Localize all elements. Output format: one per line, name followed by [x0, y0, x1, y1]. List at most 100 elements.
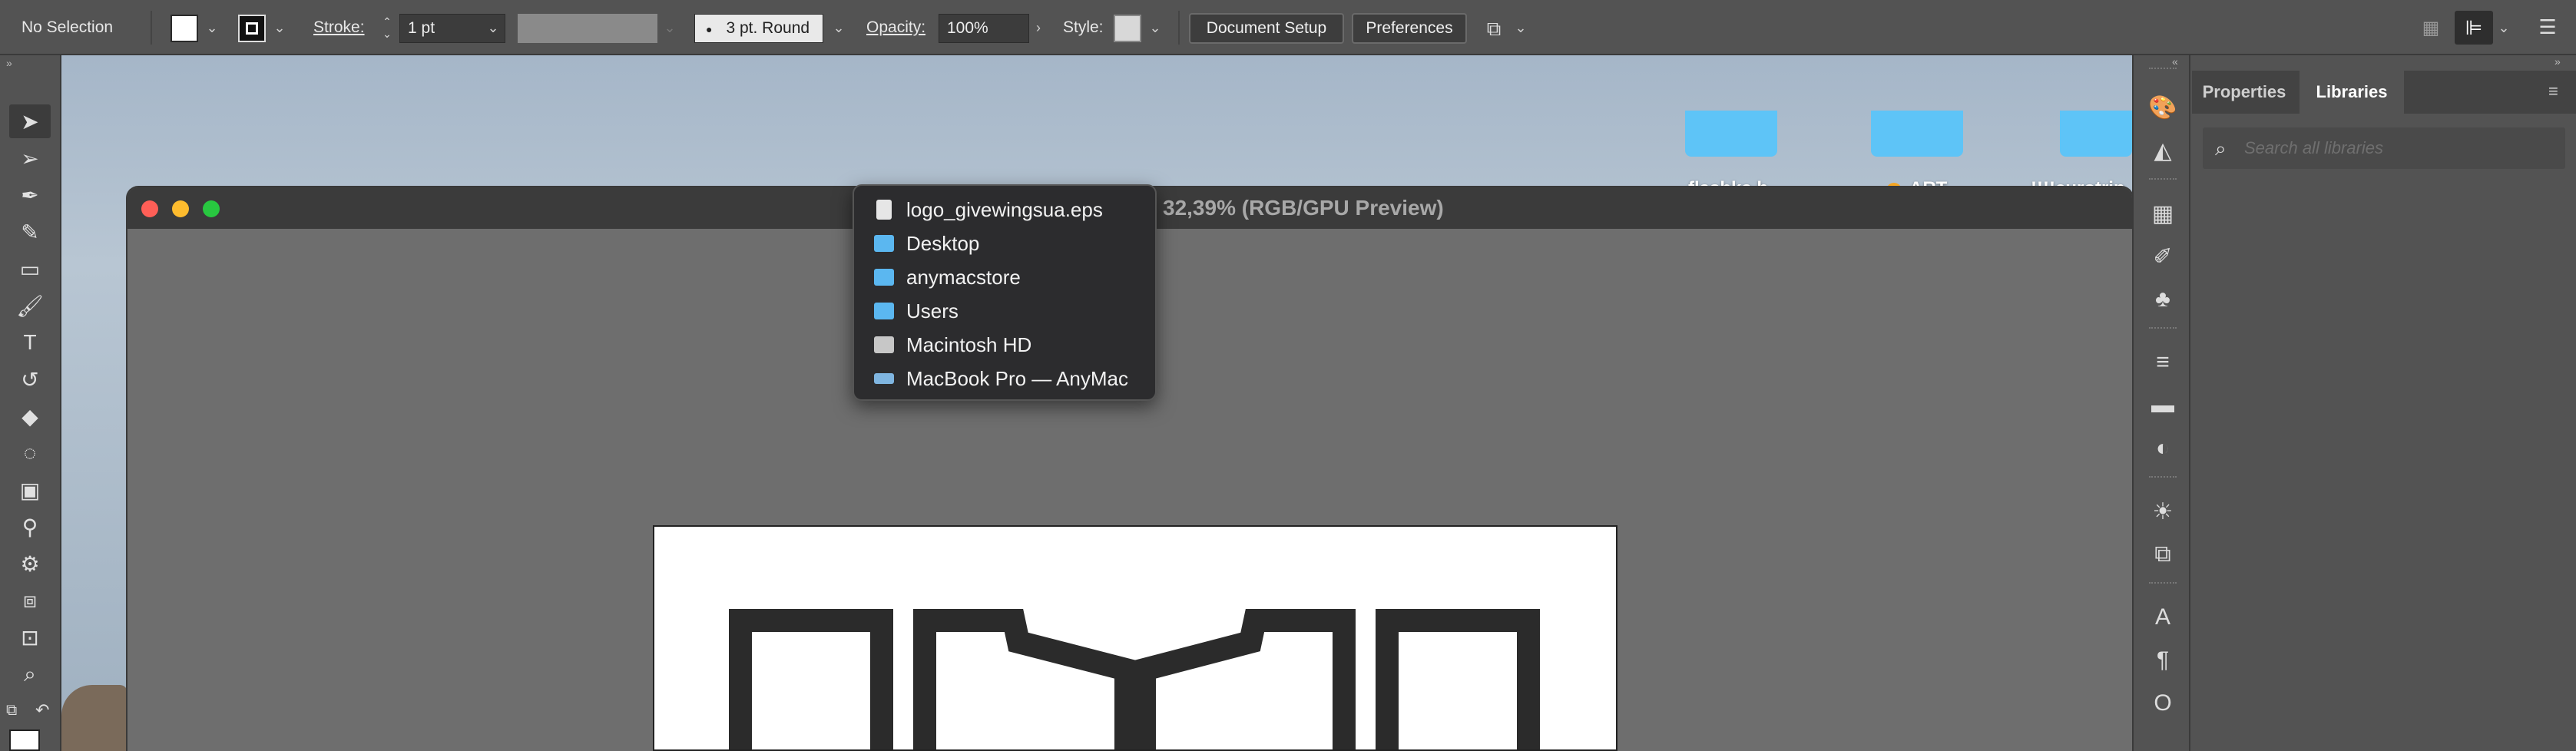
collapse-icon[interactable]: » [6, 57, 12, 69]
chevron-down-icon[interactable]: ⌄ [484, 18, 502, 37]
curvature-tool-icon[interactable]: ✎ [9, 215, 51, 249]
popup-item[interactable]: Users [874, 296, 959, 326]
default-colors-icon[interactable]: ⧉ [6, 702, 26, 722]
swatches-icon[interactable]: ▦ [2147, 198, 2178, 229]
symbols-icon[interactable]: ♣ [2147, 284, 2178, 315]
popup-item[interactable]: logo_givewingsua.eps [874, 194, 1103, 225]
zoom-button[interactable] [203, 200, 220, 217]
collapse-icon[interactable]: » [2554, 55, 2561, 68]
tab-properties[interactable]: Properties [2192, 71, 2296, 114]
direct-selection-tool-icon[interactable]: ➢ [9, 141, 51, 175]
paintbrush-tool-icon[interactable]: 🖌 [9, 289, 51, 323]
blend-tool-icon[interactable]: ⚙ [9, 547, 51, 581]
brush-dot-icon: ● [706, 23, 713, 35]
graphic-styles-icon[interactable]: ⧉ [2147, 539, 2178, 570]
search-icon: ⌕ [2215, 137, 2227, 160]
panel-grip[interactable] [2149, 327, 2177, 330]
style-label: Style: [1063, 18, 1104, 36]
selection-status: No Selection [22, 18, 114, 36]
separator [1178, 11, 1180, 45]
library-search: ⌕ [2203, 127, 2565, 169]
pen-tool-icon[interactable]: ✒ [9, 178, 51, 212]
shape-builder-tool-icon[interactable]: ⧈ [9, 584, 51, 617]
stroke-square-icon [246, 22, 258, 35]
panel-grip[interactable] [2149, 68, 2177, 71]
panel-icon-strip: « 🎨 ◭ ▦ ✐ ♣ ≡ ▬ ◐ ☀ ⧉ A ¶ O [2132, 55, 2190, 751]
chevron-down-icon[interactable]: ⌄ [829, 18, 848, 37]
panel-tab-bar: Properties Libraries ≡ [2192, 71, 2576, 114]
chevron-down-icon[interactable]: ⌄ [270, 18, 289, 37]
chevron-down-icon[interactable]: ⌄ [203, 18, 221, 37]
character-icon[interactable]: A [2147, 602, 2178, 633]
preferences-button[interactable]: Preferences [1352, 13, 1467, 44]
desktop-rock [61, 685, 127, 751]
popup-item[interactable]: MacBook Pro — AnyMac [874, 363, 1128, 394]
appearance-icon[interactable]: ☀ [2147, 496, 2178, 527]
brush-label: 3 pt. Round [726, 19, 810, 37]
chevron-down-icon[interactable]: ⌄ [2495, 18, 2513, 37]
artboard-tool-icon[interactable]: ⊡ [9, 620, 51, 654]
arrange-icon[interactable]: ⧉ [1481, 15, 1507, 41]
desktop-folder-icon[interactable] [2060, 111, 2132, 157]
library-search-input[interactable] [2244, 135, 2551, 161]
opacity-field[interactable]: 100% [939, 14, 1029, 43]
document-title[interactable]: 32,39% (RGB/GPU Preview) [1163, 187, 1444, 229]
stroke-swatch[interactable] [238, 15, 266, 42]
paragraph-icon[interactable]: ¶ [2147, 645, 2178, 676]
close-button[interactable] [141, 200, 158, 217]
laptop-icon [874, 373, 894, 384]
chevron-down-icon[interactable]: ⌄ [1146, 18, 1164, 37]
variable-width-profile[interactable] [518, 14, 657, 43]
brushes-icon[interactable]: ✐ [2147, 241, 2178, 272]
stroke-label[interactable]: Stroke: [313, 0, 365, 55]
chevron-down-icon: ⌄ [664, 20, 676, 35]
minimize-button[interactable] [172, 200, 189, 217]
graphic-style-swatch[interactable] [1114, 15, 1141, 42]
color-palette-icon[interactable]: 🎨 [2147, 92, 2178, 123]
eyedropper-tool-icon[interactable]: ⚲ [9, 510, 51, 544]
panel-menu-icon[interactable]: ≡ [2548, 81, 2558, 101]
align-icon[interactable]: ⊫ [2455, 11, 2493, 45]
gradient-icon[interactable]: ▬ [2147, 390, 2178, 421]
transparency-icon[interactable]: ◐ [2147, 433, 2178, 464]
folder-icon [874, 235, 894, 252]
popup-item[interactable]: Desktop [874, 228, 979, 259]
stroke-icon[interactable]: ≡ [2147, 347, 2178, 378]
panel-grip[interactable] [2149, 476, 2177, 479]
artboard[interactable] [653, 525, 1617, 751]
fill-color-icon[interactable] [9, 729, 40, 751]
opacity-label[interactable]: Opacity: [866, 0, 925, 55]
grid-icon[interactable]: ▦ [2419, 17, 2442, 40]
panel-grip[interactable] [2149, 582, 2177, 585]
chevron-down-icon[interactable]: ⌄ [1511, 18, 1530, 37]
fill-swatch[interactable] [171, 15, 198, 42]
desktop-folder-icon[interactable] [1685, 111, 1777, 157]
document-setup-button[interactable]: Document Setup [1189, 13, 1344, 44]
gradient-tool-icon[interactable]: ▣ [9, 473, 51, 507]
stepper-icon[interactable]: ⌃ ⌄ [381, 15, 393, 41]
opentype-icon[interactable]: O [2147, 688, 2178, 719]
desktop-folder-icon[interactable] [1871, 111, 1963, 157]
type-tool-icon[interactable]: T [9, 326, 51, 359]
list-menu-icon[interactable]: ☰ [2535, 15, 2561, 41]
lasso-tool-icon[interactable]: ◌ [9, 436, 51, 470]
chevron-right-icon[interactable]: › [1029, 18, 1048, 37]
swap-colors-icon[interactable]: ↶ [35, 700, 55, 720]
tab-libraries[interactable]: Libraries [2300, 71, 2404, 114]
libraries-panel: » Properties Libraries ≡ ⌕ [2192, 55, 2576, 751]
color-guide-icon[interactable]: ◭ [2147, 135, 2178, 166]
path-popup-menu: logo_givewingsua.eps Desktop anymacstore… [853, 184, 1157, 401]
rectangle-tool-icon[interactable]: ▭ [9, 252, 51, 286]
folder-icon [874, 269, 894, 286]
document-icon [876, 200, 892, 220]
selection-tool-icon[interactable]: ➤ [9, 104, 51, 138]
rotate-tool-icon[interactable]: ↺ [9, 362, 51, 396]
eraser-tool-icon[interactable]: ◆ [9, 399, 51, 433]
collapse-icon[interactable]: « [2172, 55, 2178, 68]
folder-icon [874, 303, 894, 319]
popup-item[interactable]: anymacstore [874, 262, 1021, 293]
panel-grip[interactable] [2149, 178, 2177, 181]
zoom-tool-icon[interactable]: ⌕ [9, 657, 51, 691]
popup-item[interactable]: Macintosh HD [874, 329, 1031, 360]
brush-definition-field[interactable]: ● 3 pt. Round [694, 14, 823, 43]
